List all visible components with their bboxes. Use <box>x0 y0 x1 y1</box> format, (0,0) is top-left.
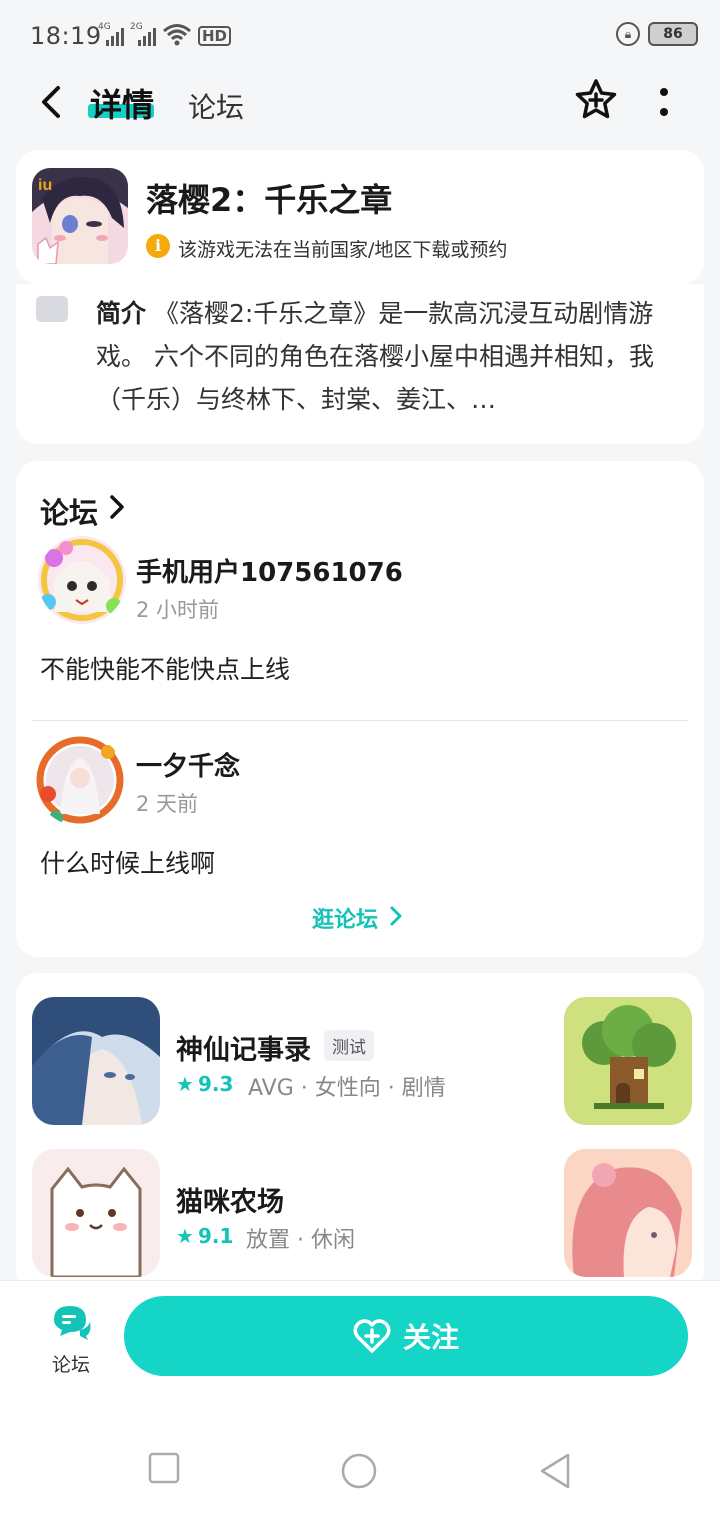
follow-button[interactable]: 关注 <box>124 1296 688 1376</box>
recommend-game-name[interactable]: 猫咪农场 <box>176 1180 284 1219</box>
post-time: 2 小时前 <box>136 598 220 622</box>
post-content[interactable]: 什么时候上线啊 <box>40 844 215 880</box>
region-warning-text: 该游戏无法在当前国家/地区下载或预约 <box>178 239 508 261</box>
recommend-score: 9.3 <box>198 1072 234 1096</box>
battery-icon: 86 <box>648 22 698 46</box>
status-right: 🔒︎ 86 <box>616 22 698 46</box>
post-user-name[interactable]: 一夕千念 <box>136 746 240 783</box>
recommend-game-icon[interactable] <box>32 1149 160 1277</box>
signal-4g-icon: 4G <box>98 22 124 46</box>
forum-section-title[interactable]: 论坛 <box>40 490 98 532</box>
divider <box>32 720 688 721</box>
post-time: 2 天前 <box>136 792 199 816</box>
forum-nav-label[interactable]: 论坛 <box>52 1350 90 1377</box>
intro-icon <box>36 296 68 322</box>
recommend-genre: AVG · 女性向 · 剧情 <box>248 1076 446 1101</box>
recent-apps-icon[interactable] <box>148 1452 180 1484</box>
avatar[interactable] <box>38 536 126 624</box>
signal-icons: 4G 2G HD <box>98 22 232 46</box>
browse-forum-link[interactable]: 逛论坛 <box>312 902 378 934</box>
hd-icon: HD <box>198 26 232 46</box>
intro-body: 《落樱2:千乐之章》是一款高沉浸互动剧情游戏。 六个不同的角色在落樱小屋中相遇并… <box>96 299 654 414</box>
wifi-icon <box>163 24 191 46</box>
signal-2g-icon: 2G <box>130 22 156 46</box>
test-badge: 测试 <box>324 1030 374 1061</box>
recommend-game-name[interactable]: 神仙记事录 <box>176 1028 311 1067</box>
intro-label: 简介 <box>96 299 147 328</box>
recommend-game-icon[interactable] <box>564 1149 692 1277</box>
status-bar: 18:19 4G 2G HD 🔒︎ 86 <box>0 0 720 72</box>
intro-text[interactable]: 简介 《落樱2:千乐之章》是一款高沉浸互动剧情游戏。 六个不同的角色在落樱小屋中… <box>96 292 676 421</box>
avatar[interactable] <box>34 734 126 826</box>
tab-forum[interactable]: 论坛 <box>188 86 244 126</box>
info-warning-icon: i <box>146 234 170 258</box>
rotation-lock-icon: 🔒︎ <box>616 22 640 46</box>
game-title: 落樱2：千乐之章 <box>146 181 393 219</box>
game-icon[interactable]: iu <box>32 168 128 264</box>
recommend-game-icon[interactable] <box>32 997 160 1125</box>
recommend-game-icon[interactable] <box>564 997 692 1125</box>
recommend-genre: 放置 · 休闲 <box>246 1228 355 1253</box>
chevron-right-icon[interactable] <box>108 494 126 520</box>
recommend-score: 9.1 <box>198 1224 234 1248</box>
forum-chat-icon[interactable] <box>50 1302 92 1342</box>
more-icon[interactable] <box>656 86 672 118</box>
follow-label: 关注 <box>402 1321 459 1354</box>
nav-back-icon[interactable] <box>538 1452 572 1490</box>
back-icon[interactable] <box>34 84 70 120</box>
forum-card <box>16 461 704 957</box>
star-add-icon[interactable] <box>574 78 618 122</box>
home-icon[interactable] <box>340 1452 378 1490</box>
heart-plus-icon <box>353 1319 391 1353</box>
svg-text:iu: iu <box>38 177 52 194</box>
tab-detail[interactable]: 详情 <box>90 80 154 126</box>
post-content[interactable]: 不能快能不能快点上线 <box>40 650 290 686</box>
rating-star-icon: ★ <box>176 1224 194 1248</box>
post-user-name[interactable]: 手机用户107561076 <box>136 552 403 589</box>
status-time: 18:19 <box>30 22 102 50</box>
rating-star-icon: ★ <box>176 1072 194 1096</box>
chevron-right-icon[interactable] <box>390 906 402 926</box>
